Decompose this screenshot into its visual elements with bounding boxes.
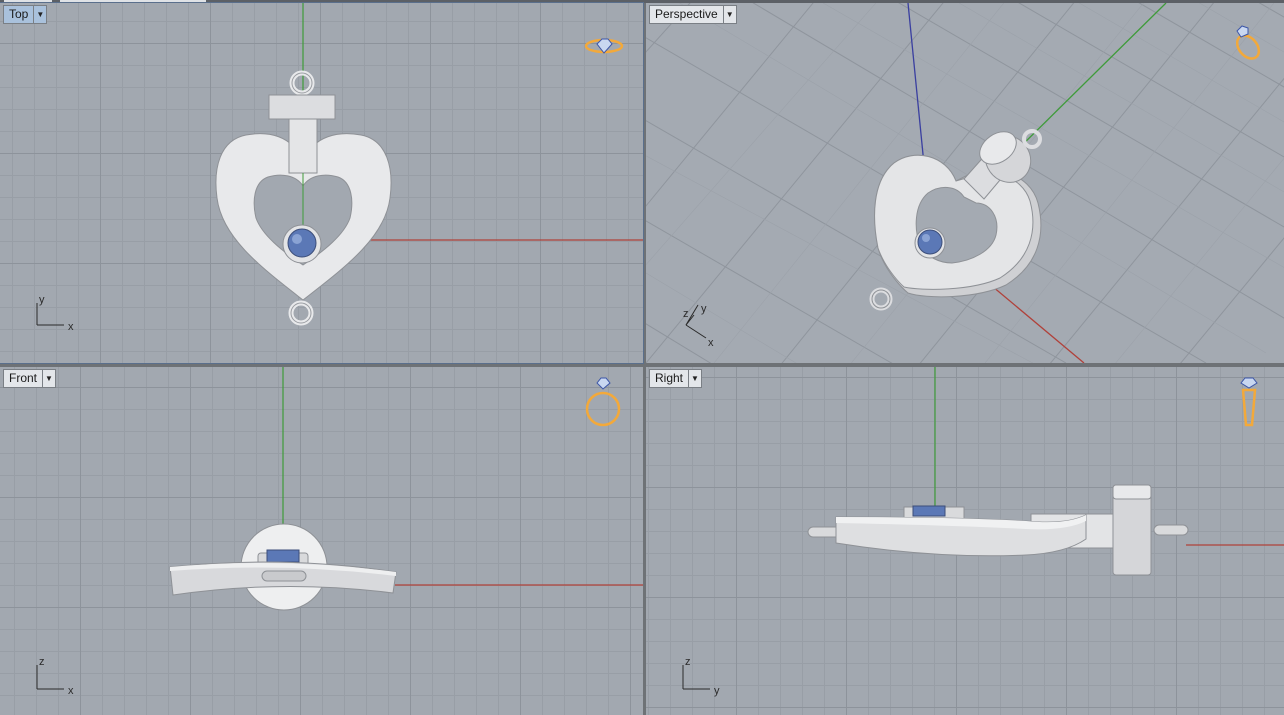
- chevron-down-icon[interactable]: ▼: [688, 370, 701, 387]
- bail-loop: [261, 570, 307, 582]
- gem-highlight: [292, 234, 302, 244]
- axis-label-y: y: [701, 303, 707, 315]
- heart-pendant-model-perspective[interactable]: [869, 125, 1042, 311]
- axis-label-x: x: [708, 337, 714, 349]
- world-axis-indicator: z y x: [683, 303, 714, 349]
- axis-label-y: y: [714, 685, 720, 697]
- heart-pendant-model[interactable]: [215, 70, 392, 326]
- heart-pendant-model-right[interactable]: [807, 484, 1189, 576]
- viewport-tab-label: Top: [9, 7, 29, 21]
- viewport-tab-perspective[interactable]: Perspective ▼: [649, 5, 737, 24]
- viewport-tab-top[interactable]: Top ▼: [3, 5, 48, 24]
- viewport-tab-label: Front: [9, 371, 38, 385]
- heart-neck: [288, 118, 318, 174]
- axis-label-z: z: [683, 308, 689, 320]
- world-axis-indicator: z y: [682, 656, 720, 697]
- viewport-perspective[interactable]: z y x Perspective ▼: [646, 3, 1284, 363]
- axis-label-x: x: [68, 321, 74, 333]
- viewport-top[interactable]: Top ▼ y x: [0, 2, 644, 364]
- viewport-tab-label: Right: [655, 371, 684, 385]
- viewport-tab-label: Perspective: [655, 7, 718, 21]
- chevron-down-icon[interactable]: ▼: [722, 6, 736, 23]
- ring-front-view-icon[interactable]: [582, 375, 624, 431]
- ring-side-view-icon[interactable]: [1234, 375, 1264, 431]
- axis-label-y: y: [39, 294, 45, 306]
- bail-loop-bottom-outline: [290, 302, 312, 324]
- gem-stone: [912, 505, 946, 517]
- front-view-canvas: z x: [36, 367, 643, 697]
- gem-stone: [287, 228, 317, 258]
- gem-stone: [266, 549, 300, 563]
- perspective-grid: z y x: [646, 3, 1284, 363]
- chevron-down-icon[interactable]: ▼: [33, 6, 46, 23]
- viewport-front[interactable]: Front ▼ z x: [0, 367, 643, 715]
- axis-label-z: z: [39, 656, 45, 668]
- gem-stone: [917, 229, 943, 255]
- ring-perspective-view-icon[interactable]: [1228, 23, 1268, 63]
- viewport-right[interactable]: Right ▼ z y: [646, 367, 1284, 715]
- axis-label-x: x: [68, 685, 74, 697]
- ring-top-view-icon[interactable]: [583, 33, 625, 57]
- right-view-canvas: z y: [682, 367, 1284, 697]
- world-axis-indicator: y x: [36, 294, 74, 333]
- viewport-tab-front[interactable]: Front ▼: [3, 369, 57, 388]
- world-axis-indicator: z x: [36, 656, 74, 697]
- axis-label-z: z: [685, 656, 691, 668]
- bail-loop-outline: [291, 72, 313, 94]
- viewport-tab-right[interactable]: Right ▼: [649, 369, 703, 388]
- chevron-down-icon[interactable]: ▼: [42, 370, 55, 387]
- heart-pendant-model-front[interactable]: [169, 523, 397, 611]
- bail-cap: [268, 94, 336, 120]
- bail-loop-right: [1153, 524, 1189, 536]
- top-view-canvas: y x: [36, 3, 643, 333]
